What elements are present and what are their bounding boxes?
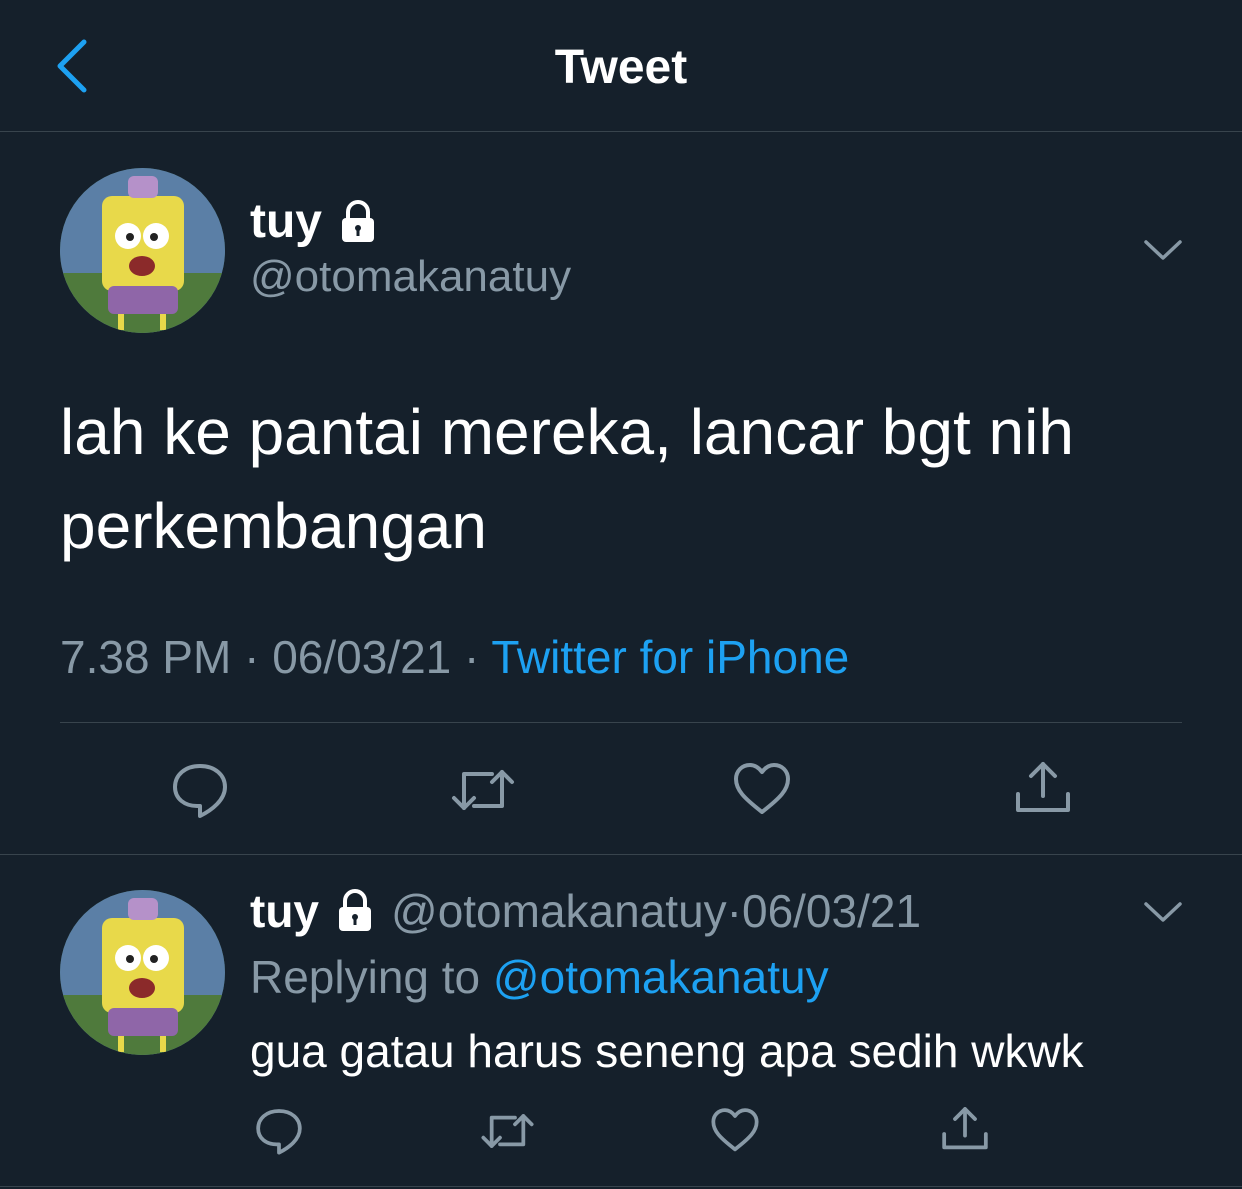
share-button[interactable]	[1013, 758, 1073, 823]
replying-to-label: Replying to	[250, 951, 493, 1003]
avatar-image	[60, 890, 225, 1055]
share-icon	[1016, 762, 1070, 812]
tweet-text: lah ke pantai mereka, lancar bgt nih per…	[60, 396, 1074, 562]
reply-reply-button[interactable]	[254, 1106, 304, 1161]
author-name[interactable]: tuy	[250, 194, 322, 249]
header-divider	[0, 131, 1242, 132]
reply-text: gua gatau harus seneng apa sedih wkwk	[250, 1025, 1084, 1077]
reply-author-handle[interactable]: @otomakanatuy	[391, 884, 727, 938]
bottom-divider	[0, 1186, 1242, 1187]
reply-like-button[interactable]	[710, 1106, 760, 1161]
tweet-date: 06/03/21	[272, 631, 452, 683]
lock-icon	[342, 199, 374, 242]
reply-header: tuy @otomakanatuy · 06/03/21	[250, 884, 921, 938]
reply-separator: ·	[726, 885, 742, 937]
page-title: Tweet	[554, 41, 688, 94]
chevron-down-icon	[1144, 240, 1182, 260]
meta-separator: ·	[451, 631, 492, 683]
author-name-row: tuy	[250, 194, 380, 249]
author-handle[interactable]: @otomakanatuy	[250, 252, 571, 302]
retweet-icon	[452, 770, 514, 810]
reply-icon	[173, 764, 227, 818]
share-icon	[942, 1107, 988, 1150]
tweet-time: 7.38 PM	[60, 631, 232, 683]
reply-icon	[256, 1109, 302, 1155]
reply-avatar[interactable]	[60, 890, 225, 1055]
like-icon	[734, 763, 790, 814]
tweet-metadata: 7.38 PM · 06/03/21 · Twitter for iPhone	[60, 630, 849, 684]
reply-retweet-button[interactable]	[480, 1106, 535, 1161]
reply-date: 06/03/21	[741, 885, 922, 937]
retweet-button[interactable]	[450, 760, 516, 825]
reply-button[interactable]	[170, 760, 230, 825]
reply-author-name[interactable]: tuy	[250, 884, 319, 938]
thread-divider	[0, 854, 1242, 855]
meta-divider	[60, 722, 1182, 723]
replying-to: Replying to @otomakanatuy	[250, 950, 829, 1004]
replying-to-mention[interactable]: @otomakanatuy	[493, 951, 829, 1003]
chevron-down-icon	[1144, 902, 1182, 922]
lock-icon	[339, 889, 371, 931]
reply-options-button[interactable]	[1140, 892, 1186, 932]
tweet-source-link[interactable]: Twitter for iPhone	[491, 631, 849, 683]
like-button[interactable]	[732, 760, 792, 825]
tweet-options-button[interactable]	[1140, 230, 1186, 270]
avatar[interactable]	[60, 168, 225, 333]
retweet-icon	[481, 1114, 534, 1148]
like-icon	[711, 1108, 759, 1152]
avatar-image	[60, 168, 225, 333]
meta-separator: ·	[231, 631, 273, 683]
reply-share-button[interactable]	[940, 1104, 990, 1159]
